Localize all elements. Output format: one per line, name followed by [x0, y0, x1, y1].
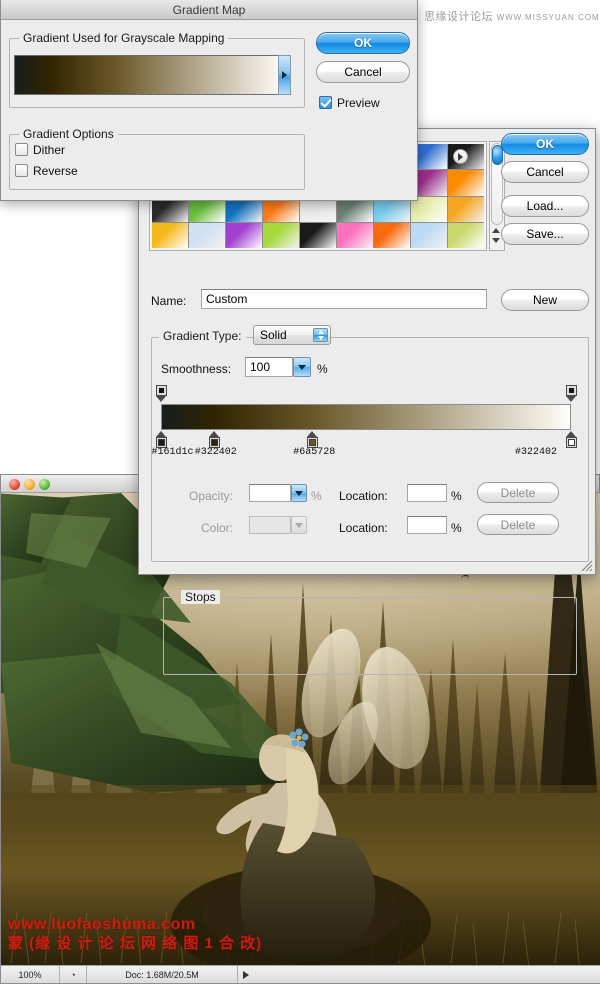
- zoom-button[interactable]: [39, 479, 50, 490]
- scroll-up-arrow[interactable]: [492, 228, 500, 233]
- color-stop-label: #322402: [194, 447, 237, 458]
- delete-color-stop-button[interactable]: Delete: [477, 514, 559, 535]
- gradient-preset-swatch[interactable]: [152, 222, 188, 248]
- color-label: Color:: [201, 521, 234, 535]
- color-stop-marker[interactable]: [307, 431, 319, 448]
- screen: 100% ◔ Doc: 1.68M/20.5M www.luofaoshuma.…: [0, 0, 600, 984]
- gradient-map-title: Gradient Map: [172, 2, 246, 17]
- gradient-map-preview-bar[interactable]: [14, 55, 286, 95]
- color-stop-label: #161d1c: [151, 447, 194, 458]
- gradient-map-titlebar[interactable]: Gradient Map: [1, 0, 417, 20]
- opacity-location-label: Location:: [339, 489, 388, 503]
- new-button[interactable]: New: [501, 289, 589, 311]
- preview-label: Preview: [337, 96, 380, 110]
- save-button[interactable]: Save...: [501, 223, 589, 245]
- gradient-name-input[interactable]: Custom: [201, 289, 487, 309]
- gradient-preview-strip[interactable]: [161, 404, 571, 430]
- status-menu-button[interactable]: [238, 966, 254, 983]
- gradient-preset-swatch[interactable]: [411, 222, 447, 248]
- grayscale-mapping-title: Gradient Used for Grayscale Mapping: [19, 31, 229, 45]
- chevron-updown-icon[interactable]: [313, 328, 328, 342]
- scroll-down-arrow[interactable]: [492, 238, 500, 243]
- gradient-type-label: Gradient Type:: [159, 329, 246, 343]
- smoothness-dropdown-button[interactable]: [293, 357, 311, 377]
- opacity-dropdown-button[interactable]: [291, 484, 307, 502]
- opacity-stop-marker[interactable]: [155, 385, 167, 402]
- gradient-options-title: Gradient Options: [19, 127, 118, 141]
- resize-handle-icon[interactable]: [579, 558, 593, 572]
- gradient-map-dialog: Gradient Map Gradient Used for Grayscale…: [0, 0, 418, 201]
- opacity-input[interactable]: [249, 484, 291, 502]
- gradient-map-cancel-button[interactable]: Cancel: [316, 61, 410, 83]
- opacity-location-input[interactable]: [407, 484, 447, 502]
- gradient-picker-arrow-button[interactable]: [278, 55, 291, 95]
- watermark-bottom-line2: 蒙 (缘 设 计 论 坛 网 络 图 1 合 改): [8, 935, 263, 952]
- gradient-type-value: Solid: [260, 328, 287, 342]
- gradient-preset-swatch[interactable]: [448, 222, 484, 248]
- stops-groupbox: [163, 597, 577, 675]
- gradient-preset-swatch[interactable]: [189, 222, 225, 248]
- dither-checkbox[interactable]: [15, 143, 28, 156]
- doc-size-readout: Doc: 1.68M/20.5M: [125, 969, 199, 980]
- bird-icon: [460, 574, 469, 580]
- color-location-input[interactable]: [407, 516, 447, 534]
- watermark-top-en: WWW.MISSYUAN.COM: [496, 13, 600, 22]
- close-button[interactable]: [9, 479, 20, 490]
- presets-menu-button[interactable]: [453, 149, 468, 164]
- gradient-preset-swatch[interactable]: [448, 170, 484, 196]
- color-dropdown-button[interactable]: [291, 516, 307, 534]
- gradient-preset-swatch[interactable]: [226, 222, 262, 248]
- opacity-label: Opacity:: [189, 489, 234, 503]
- smoothness-label: Smoothness:: [161, 362, 232, 376]
- color-swatch-field[interactable]: [249, 516, 291, 534]
- status-bar: 100% ◔ Doc: 1.68M/20.5M: [1, 965, 600, 983]
- stops-group-title: Stops: [181, 590, 220, 604]
- color-stop-marker[interactable]: [208, 431, 220, 448]
- color-stop-label: #322402: [515, 447, 558, 458]
- name-label: Name:: [151, 294, 187, 308]
- smoothness-percent-label: %: [317, 362, 328, 376]
- cancel-button[interactable]: Cancel: [501, 161, 589, 183]
- opacity-location-percent-label: %: [451, 489, 462, 503]
- reverse-checkbox[interactable]: [15, 164, 28, 177]
- watermark-bottom: www.luofaoshuma.com 蒙 (缘 设 计 论 坛 网 络 图 1…: [8, 916, 262, 953]
- proxy-icon[interactable]: ◔: [60, 966, 86, 983]
- color-location-label: Location:: [339, 521, 388, 535]
- preview-checkbox[interactable]: [319, 96, 332, 109]
- delete-opacity-stop-button[interactable]: Delete: [477, 482, 559, 503]
- zoom-level[interactable]: 100%: [1, 966, 59, 983]
- dither-label: Dither: [33, 143, 66, 157]
- smoothness-input[interactable]: 100: [245, 357, 293, 377]
- opacity-percent-label: %: [311, 489, 322, 503]
- gradient-map-ok-button[interactable]: OK: [316, 32, 410, 54]
- minimize-button[interactable]: [24, 479, 35, 490]
- color-stop-label: #6a5728: [293, 447, 336, 458]
- gradient-preset-swatch[interactable]: [263, 222, 299, 248]
- ok-button[interactable]: OK: [501, 133, 589, 155]
- watermark-top-right: 思缘设计论坛 WWW.MISSYUAN.COM: [424, 8, 600, 24]
- gradient-preset-swatch[interactable]: [374, 222, 410, 248]
- load-button[interactable]: Load...: [501, 195, 589, 217]
- gradient-preset-swatch[interactable]: [337, 222, 373, 248]
- opacity-stop-marker[interactable]: [565, 385, 577, 402]
- color-stop-marker[interactable]: [565, 431, 577, 448]
- reverse-label: Reverse: [33, 164, 78, 178]
- color-location-percent-label: %: [451, 521, 462, 535]
- gradient-preset-swatch[interactable]: [448, 196, 484, 222]
- color-stop-marker[interactable]: [155, 431, 167, 448]
- gradient-preset-swatch[interactable]: [300, 222, 336, 248]
- watermark-top-cn: 思缘设计论坛: [424, 11, 493, 23]
- gradient-type-select[interactable]: Solid: [253, 325, 331, 345]
